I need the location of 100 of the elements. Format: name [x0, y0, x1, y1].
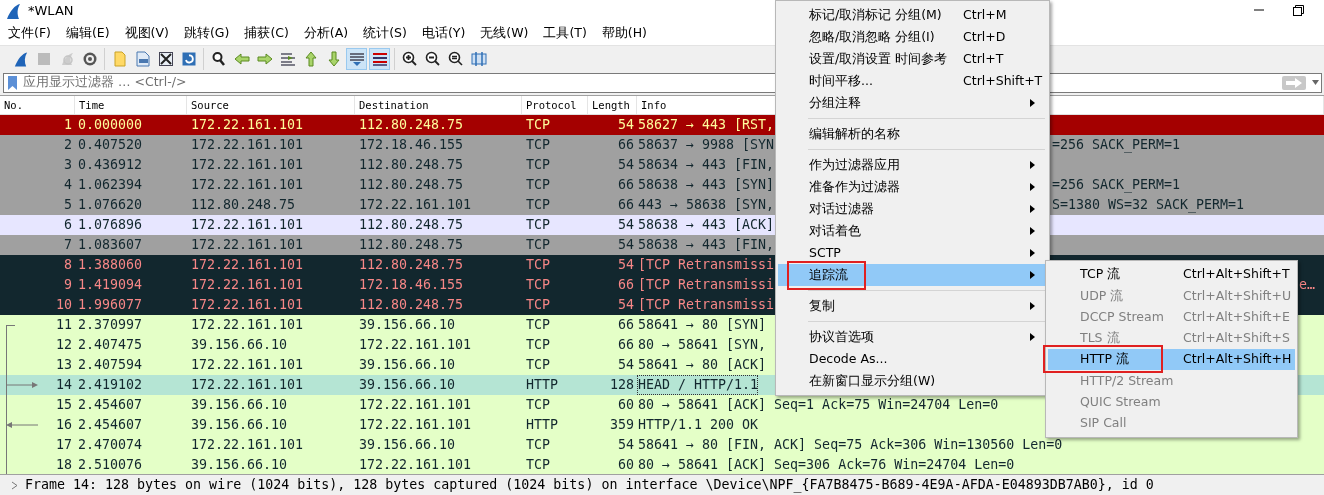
table-cell-text: 4: [64, 176, 72, 195]
table-cell: 112.80.248.75: [359, 157, 464, 173]
table-cell: 172.22.161.101: [359, 197, 472, 213]
table-cell-text: 12: [56, 336, 72, 355]
column-header[interactable]: Source: [187, 96, 355, 115]
table-cell-text: 58641 → 80 [FIN, ACK] Seq=75 Ack=306 Win=130560 Len=0: [637, 436, 1063, 455]
menu-item[interactable]: 帮助(H): [595, 24, 653, 43]
table-cell-text: 17: [56, 436, 72, 455]
table-cell: 66: [618, 137, 634, 153]
menu-item[interactable]: 无线(W): [474, 24, 535, 43]
menu-item[interactable]: 文件(F): [2, 24, 57, 43]
table-cell-text: 7: [64, 236, 72, 255]
menu-item[interactable]: 标记/取消标记 分组(M) Ctrl+M: [778, 4, 1047, 26]
table-cell-text: 58637 → 9988 [SYN: [637, 136, 775, 155]
table-cell: 2.407475: [78, 337, 143, 353]
packet-row[interactable]: 17 2.470074 172.22.161.101 39.156.66.10 TCP 54 58641 → 80 [FIN, ACK] Seq=75 Ack=306 Win=130560 Len=0: [0, 435, 1324, 456]
menu-item[interactable]: 时间平移... Ctrl+Shift+T: [778, 70, 1047, 92]
table-cell: 172.22.161.101: [191, 257, 304, 273]
table-cell-text: 9: [64, 276, 72, 295]
app-logo-icon: [4, 1, 22, 20]
table-cell: 2.370997: [78, 317, 143, 333]
menu-item[interactable]: 工具(T): [537, 24, 593, 43]
table-cell-text: e…: [1299, 276, 1315, 295]
table-cell-text: 8: [64, 256, 72, 275]
table-cell-text: 10: [56, 296, 72, 315]
menu-item[interactable]: 忽略/取消忽略 分组(I) Ctrl+D: [778, 26, 1047, 48]
autoscroll-button[interactable]: [346, 47, 367, 70]
table-cell: TCP: [526, 357, 551, 373]
autoscroll-icon: [348, 50, 365, 67]
table-cell-text: S=1380 WS=32 SACK_PERM=1: [1052, 196, 1245, 215]
menu-item[interactable]: 编辑(E): [59, 24, 116, 43]
table-cell-text: 58634 → 443 [FIN,: [637, 156, 775, 175]
menu-item[interactable]: 捕获(C): [238, 24, 295, 43]
table-cell-text: 58641 → 80 [SYN]: [637, 316, 767, 335]
table-cell: 1.062394: [78, 177, 143, 193]
menu-item[interactable]: 设置/取消设置 时间参考 Ctrl+T: [778, 48, 1047, 70]
table-cell: 172.22.161.101: [191, 437, 304, 453]
table-cell: 172.18.46.155: [359, 137, 464, 153]
menu-item[interactable]: HTTP 流 Ctrl+Alt+Shift+H: [1048, 349, 1295, 371]
menu-item[interactable]: 复制: [778, 295, 1047, 317]
table-cell: 54: [618, 257, 634, 273]
table-cell: TCP: [526, 117, 551, 133]
table-cell: 66: [618, 277, 634, 293]
menu-item[interactable]: 作为过滤器应用: [778, 154, 1047, 176]
table-cell: 39.156.66.10: [191, 417, 288, 433]
table-cell: 172.22.161.101: [191, 117, 304, 133]
column-header[interactable]: Destination: [355, 96, 522, 115]
table-cell: 0.436912: [78, 157, 143, 173]
table-cell-text: 11: [56, 316, 72, 335]
table-cell: 39.156.66.10: [359, 377, 456, 393]
bookmark-icon[interactable]: [7, 74, 19, 91]
table-cell: 2.454607: [78, 417, 143, 433]
menu-item[interactable]: 跳转(G): [177, 24, 236, 43]
zoom-in-icon: [401, 50, 418, 67]
column-header[interactable]: Length: [588, 96, 637, 115]
table-cell: 172.22.161.101: [191, 237, 304, 253]
table-cell-text: =256 SACK_PERM=1: [1052, 136, 1181, 155]
menu-item[interactable]: 追踪流: [778, 264, 1047, 286]
table-cell: 1.083607: [78, 237, 143, 253]
table-cell-text: 5: [64, 196, 72, 215]
up-arrow-icon: [302, 50, 319, 67]
table-cell: 54: [618, 217, 634, 233]
table-cell: 66: [618, 337, 634, 353]
menu-item: SIP Call: [1079, 414, 1128, 433]
table-cell: 1.076620: [78, 197, 143, 213]
menu-item[interactable]: 准备作为过滤器: [778, 176, 1047, 198]
restore-icon[interactable]: [1293, 5, 1304, 17]
column-header[interactable]: Protocol: [522, 96, 588, 115]
table-cell: TCP: [526, 197, 551, 213]
table-cell-text: 18: [56, 456, 72, 475]
packet-row[interactable]: 18 2.510076 39.156.66.10 172.22.161.101 TCP 60 80 → 58641 [ACK] Seq=306 Ack=76 Win=24704 Len=0: [0, 455, 1324, 475]
dropdown-caret-icon[interactable]: [1312, 80, 1319, 86]
search-icon: [210, 50, 227, 67]
table-cell: 172.22.161.101: [359, 417, 472, 433]
menu-item[interactable]: 视图(V): [118, 24, 175, 43]
menu-item[interactable]: 分组注释: [778, 92, 1047, 114]
table-cell: 54: [618, 297, 634, 313]
table-cell: HTTP: [526, 377, 559, 393]
table-cell: 172.18.46.155: [359, 277, 464, 293]
menu-item[interactable]: 分析(A): [297, 24, 355, 43]
table-cell: HEAD / HTTP/1.1: [637, 375, 759, 396]
table-cell: 1.076896: [78, 217, 143, 233]
table-cell: 172.22.161.101: [359, 457, 472, 473]
menu-item[interactable]: 电话(Y): [415, 24, 472, 43]
table-cell-text: [TCP Retransmissi: [637, 296, 775, 315]
table-cell: 172.22.161.101: [191, 317, 304, 333]
table-cell: 60: [618, 397, 634, 413]
table-cell-text: 6: [64, 216, 72, 235]
table-cell: HTTP: [526, 417, 559, 433]
table-cell: 1.419094: [78, 277, 143, 293]
table-cell: 2.407594: [78, 357, 143, 373]
table-cell-text: HTTP/1.1 200 OK: [637, 416, 759, 435]
window-title: *WLAN: [28, 2, 74, 21]
table-cell: 172.22.161.101: [191, 297, 304, 313]
menu-item[interactable]: 统计(S): [357, 24, 413, 43]
column-header[interactable]: Time: [75, 96, 187, 115]
colorize-button[interactable]: [369, 47, 390, 70]
table-cell: 172.22.161.101: [191, 157, 304, 173]
column-header[interactable]: No.: [0, 96, 75, 115]
table-cell: 2.470074: [78, 437, 143, 453]
